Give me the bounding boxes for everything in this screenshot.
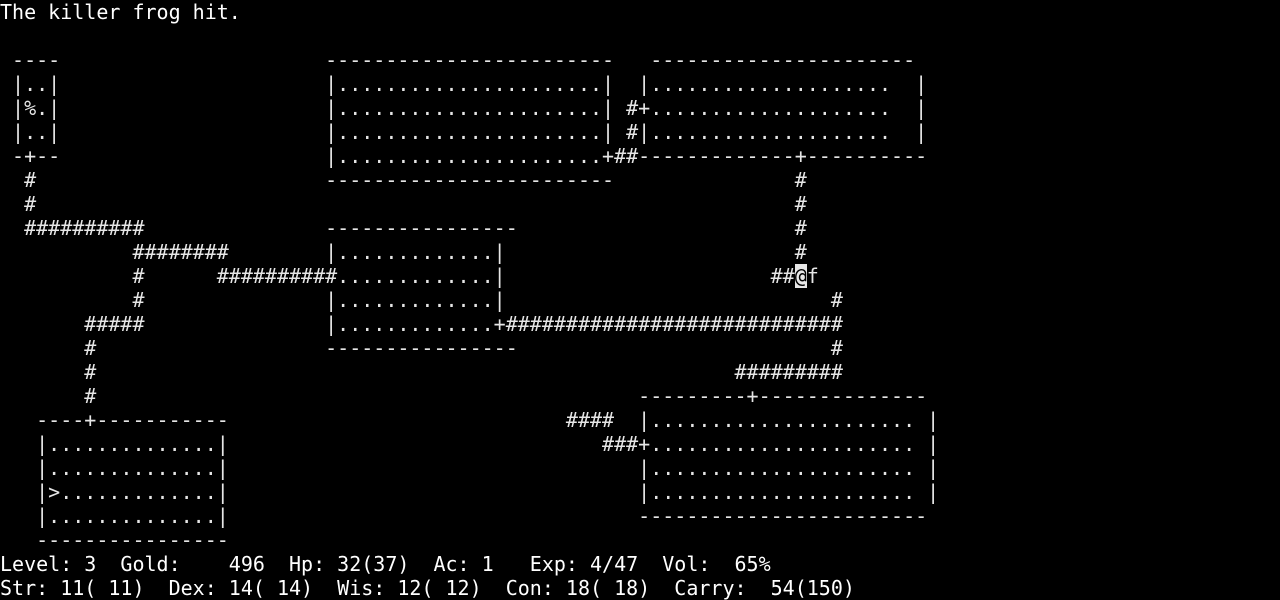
map-row: |..| |......................| #|........…	[0, 120, 928, 144]
player-cursor[interactable]: @	[794, 264, 807, 288]
map-row: # ##########.............| ##@f	[0, 264, 1280, 288]
message-line: The killer frog hit.	[0, 0, 241, 24]
map-row: # |.............| #	[0, 288, 843, 312]
map-row: |..| |......................| |.........…	[0, 72, 928, 96]
map-row: -+-- |......................+##---------…	[0, 144, 928, 168]
map-row: |..............| ###+...................…	[0, 432, 940, 456]
map-row: ##### |.............+###################…	[0, 312, 843, 336]
map-row: ----------------	[0, 528, 229, 552]
status-line-1: Level: 3 Gold: 496 Hp: 32(37) Ac: 1 Exp:…	[0, 552, 771, 576]
map-row: # ---------+--------------	[0, 384, 928, 408]
map-row: # ---------------- #	[0, 336, 843, 360]
map-row: |>.............| |......................…	[0, 480, 940, 504]
map-row: # #########	[0, 360, 843, 384]
map-row: # #	[0, 192, 807, 216]
map-row-segment: # ##########.............| ##	[0, 264, 795, 288]
map-row-segment: f	[806, 264, 819, 288]
map-row: ----+----------- #### |.................…	[0, 408, 940, 432]
map-row: |..............| -----------------------…	[0, 504, 928, 528]
map-row: ---- ------------------------ ----------…	[0, 48, 916, 72]
game-terminal[interactable]: The killer frog hit. ---- --------------…	[0, 0, 1280, 600]
status-line-2: Str: 11( 11) Dex: 14( 14) Wis: 12( 12) C…	[0, 576, 855, 600]
map-row: ######## |.............| #	[0, 240, 807, 264]
map-row: |..............| |......................…	[0, 456, 940, 480]
map-row: ########## ---------------- #	[0, 216, 807, 240]
map-row: # ------------------------ #	[0, 168, 807, 192]
map-row: |%.| |......................| #+........…	[0, 96, 928, 120]
